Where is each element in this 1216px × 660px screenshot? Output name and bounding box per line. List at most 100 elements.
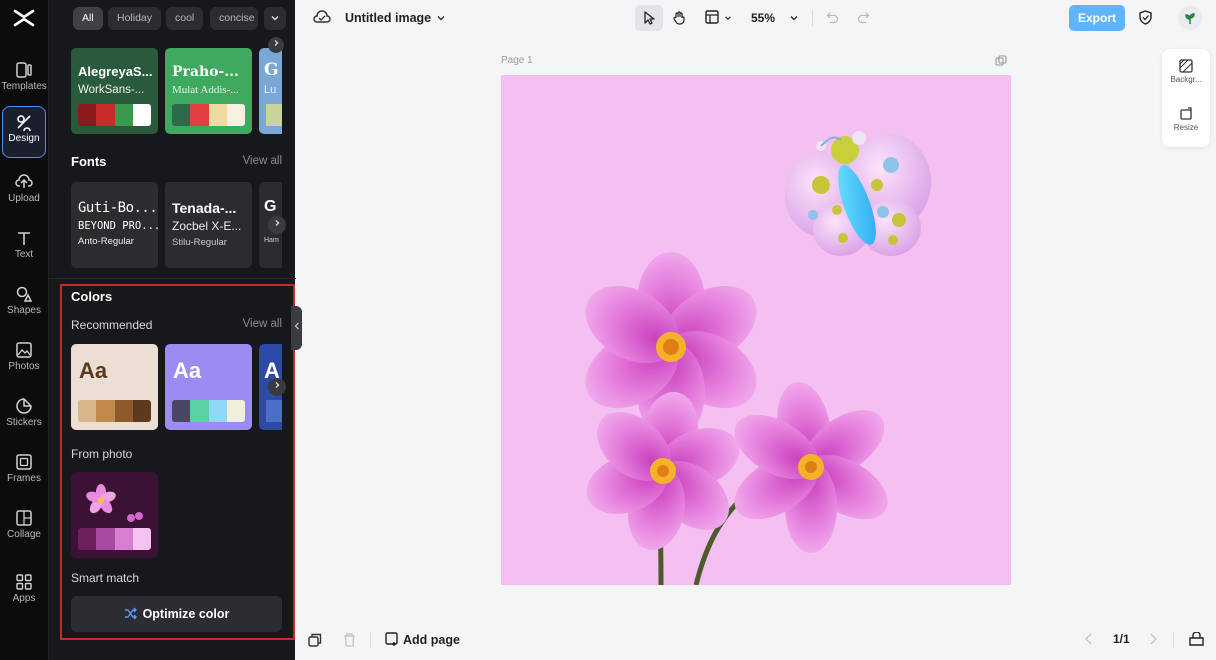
chips-expand-button[interactable] [264,7,286,30]
plant-icon [1185,13,1195,24]
layout-icon [705,10,719,24]
rail-design[interactable]: Design [2,106,46,158]
rail-collage[interactable]: Collage [0,503,48,555]
chip-concise[interactable]: concise [210,7,258,30]
font-pair-body: Lu [264,84,277,96]
font-pair-card[interactable]: G Lu [259,48,282,134]
palette-swatch [266,104,282,126]
fonts-view-all-link[interactable]: View all [243,155,282,167]
palette-sample-text: Aa [79,358,108,383]
shield-button[interactable] [1138,0,1153,36]
collage-icon [16,510,32,526]
artwork-illustration[interactable] [501,75,1011,585]
rail-label: Text [14,249,34,260]
document-title[interactable]: Untitled image [345,0,431,36]
rail-label: Stickers [6,417,42,428]
resize-icon [1180,107,1192,120]
scroll-right-button[interactable] [268,378,286,396]
chevron-left-icon [1085,633,1092,645]
font-pair-heading: AlegreyaS... [78,64,153,79]
colors-highlight-box [60,284,295,640]
divider [49,278,296,279]
chevron-left-icon [294,322,299,330]
palette-swatches [78,400,151,422]
cloud-save-icon[interactable] [313,0,331,36]
text-icon [18,232,30,245]
shield-icon [1139,10,1152,25]
undo-icon [826,12,839,24]
color-palette-card[interactable]: Aa [165,344,252,430]
divider [370,632,371,648]
duplicate-page-button[interactable] [995,54,1007,72]
font-pair-card[interactable]: Praho-... Mulat Addis-... [165,48,252,134]
rail-apps[interactable]: Apps [0,567,48,619]
rail-text[interactable]: Text [0,223,48,275]
recommended-label: Recommended [71,318,153,332]
background-icon [1179,59,1193,73]
chevron-down-icon [725,16,732,21]
prev-page-button[interactable] [1084,632,1094,651]
undo-button[interactable] [826,0,839,36]
rail-templates[interactable]: Templates [0,55,48,107]
chip-holiday[interactable]: Holiday [108,7,162,30]
right-toolbar: Backgr... Resize [1162,49,1210,147]
smart-match-label: Smart match [71,571,140,585]
colors-view-all-link[interactable]: View all [243,318,282,330]
scroll-right-button[interactable] [268,37,284,53]
app-window: Templates Design Upload Text Shapes Phot… [0,0,1216,660]
duplicate-icon [995,55,1007,66]
design-panel: All Holiday cool concise AlegreyaS... Wo… [48,0,296,660]
font-card-line3: Ham [264,237,279,244]
next-page-button[interactable] [1148,632,1158,651]
color-palette-card[interactable]: Aa [71,344,158,430]
font-card-line1: Tenada-... [172,200,237,216]
photo-palette-card[interactable] [71,472,158,558]
font-pair-card[interactable]: AlegreyaS... WorkSans-... [71,48,158,134]
palette-swatches [172,400,245,422]
flower-thumbnail [86,484,143,522]
optimize-color-button[interactable]: Optimize color [71,596,282,632]
font-card[interactable]: Tenada-... Zocbel X-E... Stilu-Regular [165,182,252,268]
rail-stickers[interactable]: Stickers [0,391,48,443]
panel-collapse-handle[interactable] [291,306,302,350]
avatar[interactable] [1178,6,1202,30]
font-pair-heading: G [264,60,279,80]
resize-tool-label: Resize [1173,123,1199,132]
chip-cool[interactable]: cool [166,7,204,30]
font-card[interactable]: Guti-Bo... BEYOND PRO... Anto-Regular [71,182,158,268]
copy-icon [308,633,322,647]
background-tool[interactable]: Backgr... [1162,59,1210,84]
duplicate-button[interactable] [308,633,322,652]
font-card-line3: Stilu-Regular [172,237,227,248]
chip-all[interactable]: All [73,7,103,30]
shuffle-icon [124,607,137,620]
zoom-dropdown[interactable] [789,0,799,36]
layout-button[interactable] [705,0,732,36]
rail-frames[interactable]: Frames [0,447,48,499]
scroll-right-button[interactable] [268,216,286,234]
rail-label: Collage [7,529,41,540]
rail-photos[interactable]: Photos [0,335,48,387]
zoom-level[interactable]: 55% [751,0,775,36]
chevron-right-icon [1150,633,1157,645]
redo-button[interactable] [857,0,870,36]
redo-icon [857,12,870,24]
frames-icon [16,454,32,470]
hand-tool-button[interactable] [672,0,687,36]
palette-swatches [78,528,151,550]
hand-icon [673,11,685,25]
resize-tool[interactable]: Resize [1162,107,1210,132]
shapes-icon [16,286,33,302]
palette-swatches [78,104,151,126]
divider [812,10,813,26]
rail-upload[interactable]: Upload [0,167,48,219]
layers-button[interactable] [1189,631,1204,651]
select-tool-button[interactable] [635,5,663,31]
add-page-button[interactable]: Add page [385,631,460,649]
canvas-artboard[interactable] [501,75,1011,585]
export-button[interactable]: Export [1069,5,1125,31]
rail-shapes[interactable]: Shapes [0,279,48,331]
title-dropdown[interactable] [436,0,446,36]
capcut-logo[interactable] [12,7,36,29]
delete-page-button[interactable] [343,633,356,652]
